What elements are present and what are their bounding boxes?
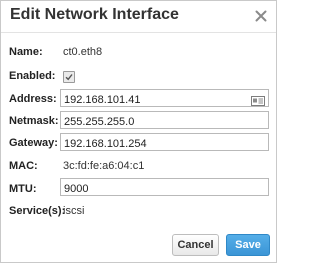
services-value: iscsi: [63, 205, 85, 217]
edit-network-interface-dialog: Edit Network Interface Name: ct0.eth8 En…: [0, 0, 277, 263]
address-field-box: [60, 89, 269, 108]
netmask-field-box: [60, 111, 269, 130]
name-label: Name:: [9, 46, 43, 58]
mtu-field-box: [60, 178, 269, 197]
enabled-checkbox[interactable]: [63, 71, 75, 83]
mac-label: MAC:: [9, 160, 38, 172]
mtu-label: MTU:: [9, 183, 37, 195]
services-label: Service(s):: [9, 205, 66, 217]
enabled-label: Enabled:: [9, 70, 56, 82]
contact-card-icon[interactable]: [251, 93, 265, 106]
netmask-input[interactable]: [61, 114, 244, 130]
cancel-button[interactable]: Cancel: [172, 234, 219, 256]
gateway-label: Gateway:: [9, 137, 58, 149]
name-value: ct0.eth8: [63, 46, 103, 58]
close-icon[interactable]: [255, 10, 267, 22]
save-button[interactable]: Save: [226, 234, 270, 256]
mac-value: 3c:fd:fe:a6:04:c1: [63, 160, 145, 172]
gateway-field-box: [60, 133, 269, 152]
dialog-titlebar: Edit Network Interface: [1, 1, 276, 33]
dialog-title: Edit Network Interface: [10, 6, 179, 23]
checkmark-icon: [65, 74, 73, 81]
address-input[interactable]: [61, 92, 244, 108]
gateway-input[interactable]: [61, 136, 244, 152]
address-label: Address:: [9, 93, 57, 105]
netmask-label: Netmask:: [9, 115, 59, 127]
mtu-input[interactable]: [61, 181, 244, 197]
